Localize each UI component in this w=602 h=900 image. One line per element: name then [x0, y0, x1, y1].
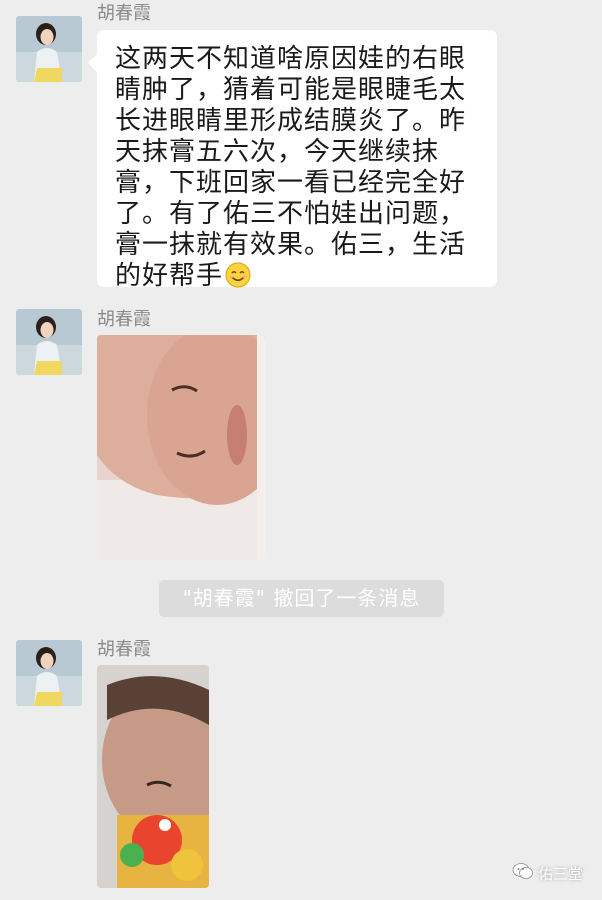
- recalled-message-notice: "胡春霞" 撤回了一条消息: [159, 580, 444, 617]
- sender-avatar[interactable]: [16, 309, 82, 375]
- baby-with-toy-photo[interactable]: [97, 665, 209, 888]
- watermark-text: 佑三堂: [538, 864, 584, 883]
- smiling-face-emoji-icon: [225, 262, 251, 296]
- sender-name: 胡春霞: [97, 3, 151, 24]
- sender-avatar[interactable]: [16, 640, 82, 706]
- watermark: 佑三堂: [512, 861, 583, 885]
- sender-name: 胡春霞: [97, 639, 151, 660]
- sender-name: 胡春霞: [97, 309, 151, 330]
- message-text: 这两天不知道啥原因娃的右眼睛肿了，猜着可能是眼睫毛太长进眼睛里形成结膜炎了。昨天…: [115, 44, 466, 291]
- message-bubble[interactable]: 这两天不知道啥原因娃的右眼睛肿了，猜着可能是眼睫毛太长进眼睛里形成结膜炎了。昨天…: [88, 30, 497, 291]
- baby-face-photo[interactable]: [97, 335, 265, 560]
- sender-avatar[interactable]: [16, 16, 82, 82]
- wechat-official-account-icon: [512, 862, 534, 884]
